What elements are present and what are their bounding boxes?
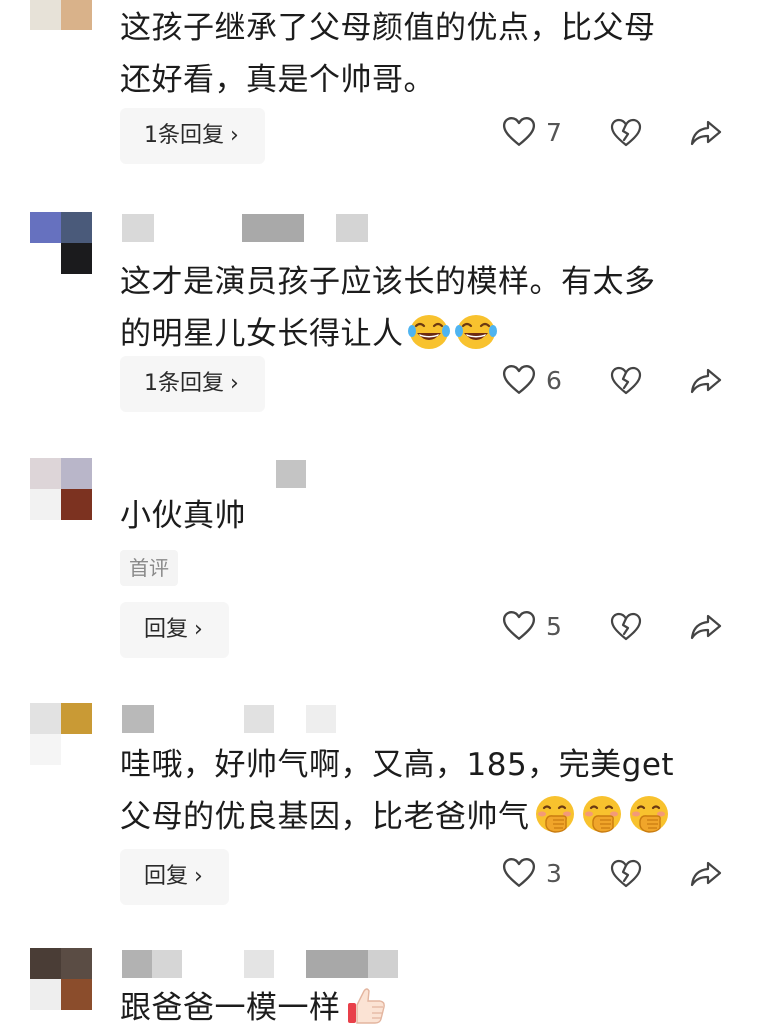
- reply-label: 1条回复: [144, 371, 224, 396]
- like-button[interactable]: 3: [502, 857, 562, 889]
- comment-line: 小伙真帅: [120, 498, 246, 534]
- comment-line: 父母的优良基因，比老爸帅气: [120, 799, 530, 835]
- avatar[interactable]: [30, 458, 92, 520]
- comment-text: 这才是演员孩子应该长的模样。有太多 的明星儿女长得让人: [120, 256, 718, 360]
- reply-label: 回复: [144, 864, 189, 889]
- chevron-right-icon: ›: [230, 371, 239, 396]
- avatar[interactable]: [30, 0, 92, 30]
- share-arrow-icon[interactable]: [690, 612, 722, 642]
- heart-outline-icon: [502, 116, 536, 148]
- comment-text: 小伙真帅: [120, 490, 718, 542]
- broken-heart-icon[interactable]: [610, 859, 642, 889]
- comment-line-with-emoji: 的明星儿女长得让人: [120, 308, 718, 360]
- comment-line: 的明星儿女长得让人: [120, 316, 404, 352]
- comment-line: 还好看，真是个帅哥。: [120, 62, 435, 98]
- avatar[interactable]: [30, 212, 92, 274]
- view-replies-button[interactable]: 1条回复 ›: [120, 108, 265, 164]
- broken-heart-icon[interactable]: [610, 366, 642, 396]
- like-count: 6: [546, 365, 562, 395]
- comment-actions: 7: [500, 116, 740, 156]
- laughing-crying-emoji: [407, 311, 451, 351]
- comment-actions: 3: [500, 857, 740, 897]
- like-count: 3: [546, 858, 562, 888]
- comment-line: 这才是演员孩子应该长的模样。有太多: [120, 264, 656, 300]
- first-comment-badge: 首评: [120, 550, 178, 586]
- broken-heart-icon[interactable]: [610, 612, 642, 642]
- chevron-right-icon: ›: [230, 123, 239, 148]
- avatar[interactable]: [30, 948, 92, 1010]
- share-arrow-icon[interactable]: [690, 366, 722, 396]
- reply-button[interactable]: 回复 ›: [120, 849, 229, 905]
- comment-line-with-emoji: 跟爸爸一模一样: [120, 982, 718, 1034]
- heart-outline-icon: [502, 610, 536, 642]
- comment-actions: 5: [500, 610, 740, 650]
- share-arrow-icon[interactable]: [690, 859, 722, 889]
- heart-outline-icon: [502, 364, 536, 396]
- comment-text: 哇哦，好帅气啊，又高，185，完美get 父母的优良基因，比老爸帅气: [120, 739, 718, 843]
- like-button[interactable]: 7: [502, 116, 562, 148]
- like-button[interactable]: 6: [502, 364, 562, 396]
- comment-line-with-emoji: 父母的优良基因，比老爸帅气: [120, 791, 718, 843]
- reply-button[interactable]: 回复 ›: [120, 602, 229, 658]
- comment-line: 哇哦，好帅气啊，又高，185，完美get: [120, 747, 675, 783]
- hand-over-mouth-emoji: [533, 794, 577, 834]
- like-count: 7: [546, 117, 562, 147]
- comment-line: 这孩子继承了父母颜值的优点，比父母: [120, 10, 656, 46]
- avatar[interactable]: [30, 703, 92, 765]
- view-replies-button[interactable]: 1条回复 ›: [120, 356, 265, 412]
- broken-heart-icon[interactable]: [610, 118, 642, 148]
- comment-line: 跟爸爸一模一样: [120, 990, 341, 1026]
- hand-over-mouth-emoji: [627, 794, 671, 834]
- chevron-right-icon: ›: [194, 864, 203, 889]
- share-arrow-icon[interactable]: [690, 118, 722, 148]
- heart-outline-icon: [502, 857, 536, 889]
- comment-text: 这孩子继承了父母颜值的优点，比父母 还好看，真是个帅哥。: [120, 2, 718, 106]
- hand-over-mouth-emoji: [580, 794, 624, 834]
- reply-label: 1条回复: [144, 123, 224, 148]
- thumbs-up-emoji: [344, 985, 388, 1025]
- comment-actions: 6: [500, 364, 740, 404]
- like-button[interactable]: 5: [502, 610, 562, 642]
- laughing-crying-emoji: [454, 311, 498, 351]
- like-count: 5: [546, 611, 562, 641]
- comment-text: 跟爸爸一模一样: [120, 982, 718, 1034]
- reply-label: 回复: [144, 617, 189, 642]
- chevron-right-icon: ›: [194, 617, 203, 642]
